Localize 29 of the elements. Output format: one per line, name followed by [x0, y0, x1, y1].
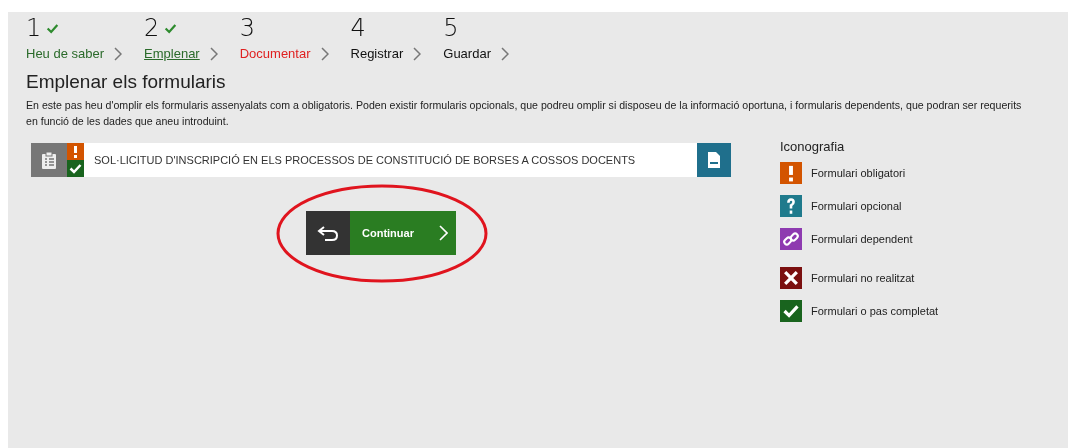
step-number: 2	[144, 14, 160, 42]
step-number: 5	[443, 14, 459, 42]
step-link[interactable]: Emplenar	[144, 46, 200, 61]
step-link[interactable]: Registrar	[350, 46, 404, 61]
chevron-icon	[209, 46, 218, 61]
legend-label: Formulari no realitzat	[811, 272, 915, 284]
legend-label: Formulari o pas completat	[811, 305, 939, 317]
return-arrow-icon	[317, 225, 339, 241]
step-link[interactable]: Documentar	[239, 46, 311, 61]
page-heading: Emplenar els formularis	[26, 71, 227, 93]
step-number: 3	[239, 14, 255, 42]
xml-file-icon[interactable]	[697, 143, 731, 177]
legend-title: Iconografia	[780, 139, 846, 154]
chevron-icon	[114, 46, 123, 61]
step-link[interactable]: Guardar	[443, 46, 491, 61]
continue-button[interactable]: Continuar	[350, 211, 456, 255]
step-number: 4	[350, 14, 366, 42]
back-button[interactable]	[306, 211, 350, 255]
legend-label: Formulari dependent	[811, 233, 913, 245]
step-link[interactable]: Heu de saber	[26, 46, 105, 61]
chevron-icon	[439, 225, 448, 241]
chevron-icon	[500, 46, 509, 61]
clipboard-icon	[31, 143, 67, 177]
description-text: En este pas heu d'omplir els formularis assenyalats com a obligatoris. Poden existir formularis opcionals, que podreu omplir si disposeu de la informació oportuna, i formularis dependents, que podran ser requerits en funció de les dades que aneu introduint.	[26, 98, 1023, 129]
legend-label: Formulari obligatori	[811, 167, 906, 179]
legend-label: Formulari opcional	[811, 200, 902, 212]
chevron-icon	[320, 46, 329, 61]
step-number: 1	[26, 14, 42, 42]
chevron-icon	[413, 46, 422, 61]
